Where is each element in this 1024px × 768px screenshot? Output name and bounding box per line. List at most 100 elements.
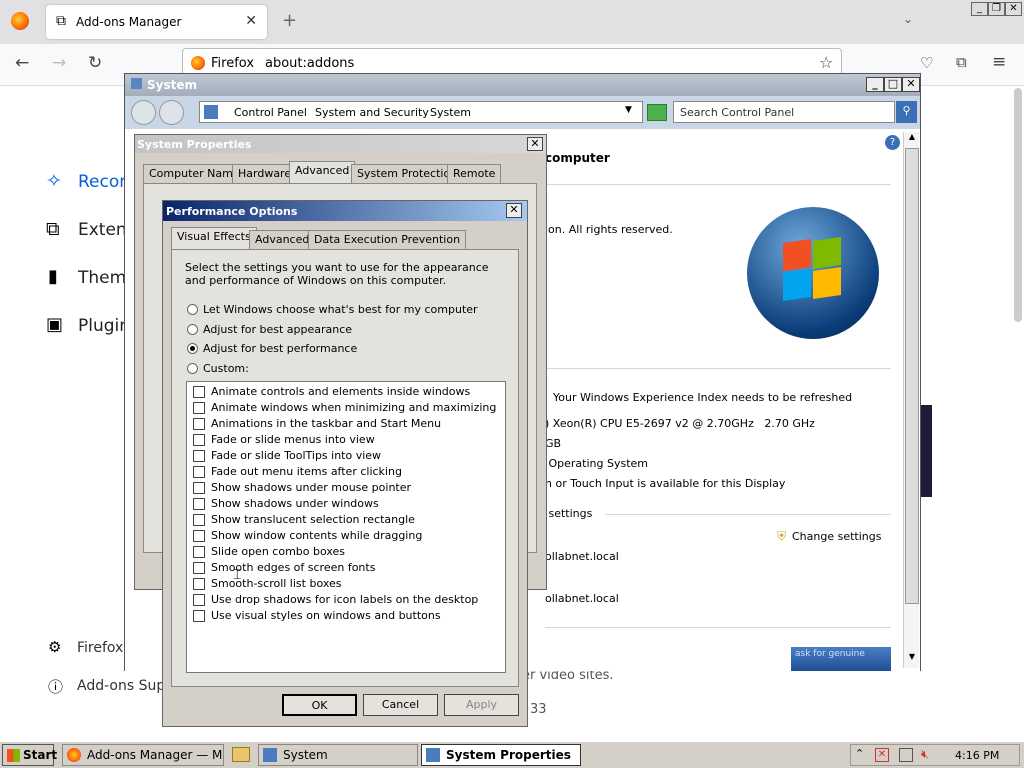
dropdown-arrow-icon[interactable]: ▼ xyxy=(625,105,632,115)
breadcrumb[interactable]: Control Panel System and Security System… xyxy=(199,101,643,123)
checkbox[interactable] xyxy=(193,594,205,606)
list-item[interactable]: Fade out menu items after clicking xyxy=(193,465,503,480)
list-item[interactable]: Show translucent selection rectangle xyxy=(193,513,503,528)
change-settings-link[interactable]: ⛨ Change settings xyxy=(777,529,887,545)
close-button[interactable]: ✕ xyxy=(902,77,920,92)
genuine-banner[interactable]: ask for genuine xyxy=(791,647,891,671)
new-tab-button[interactable]: + xyxy=(282,10,297,31)
tab-advanced[interactable]: Advanced xyxy=(289,161,356,183)
minimize-button[interactable]: _ xyxy=(971,2,988,16)
breadcrumb-item[interactable]: System xyxy=(430,106,471,119)
radio-custom[interactable]: Custom: xyxy=(187,362,497,376)
ok-button[interactable]: OK xyxy=(282,694,357,716)
radio-best-appearance[interactable]: Adjust for best appearance xyxy=(187,323,497,337)
close-button[interactable]: ✕ xyxy=(506,203,522,218)
scroll-up-icon[interactable]: ▲ xyxy=(905,132,919,146)
sidebar-item-themes[interactable]: ▮ Theme xyxy=(44,266,137,288)
effects-list[interactable]: Animate controls and elements inside win… xyxy=(186,381,506,673)
apply-button[interactable]: Apply xyxy=(444,694,519,716)
forward-icon[interactable]: → xyxy=(52,53,66,73)
tray-expand-icon[interactable]: ⌃ xyxy=(855,747,864,760)
checkbox[interactable] xyxy=(193,514,205,526)
sidebar-item-extensions[interactable]: ⧉ Extens xyxy=(44,218,136,240)
list-item[interactable]: Fade or slide menus into view xyxy=(193,433,503,448)
list-item[interactable]: Show shadows under mouse pointer xyxy=(193,481,503,496)
start-button[interactable]: Start xyxy=(2,744,57,766)
checkbox[interactable] xyxy=(193,482,205,494)
tab-advanced[interactable]: Advanced xyxy=(249,230,316,249)
clock[interactable]: 4:16 PM xyxy=(955,749,999,762)
taskbar-item-system-properties[interactable]: System Properties xyxy=(421,744,581,766)
sidebar-item-plugins[interactable]: ▣ Plugin xyxy=(44,314,130,336)
search-icon[interactable]: ⚲ xyxy=(896,101,917,123)
checkbox[interactable] xyxy=(193,402,205,414)
checkbox[interactable] xyxy=(193,386,205,398)
tab-hardware[interactable]: Hardware xyxy=(232,164,298,183)
url-text[interactable]: about:addons xyxy=(265,56,354,71)
checkbox[interactable] xyxy=(193,498,205,510)
network-icon[interactable] xyxy=(899,748,913,762)
tab-addons-manager[interactable]: ⧉ Add-ons Manager ✕ xyxy=(46,5,267,39)
page-scrollbar[interactable] xyxy=(1014,88,1022,322)
list-item[interactable]: Show window contents while dragging xyxy=(193,529,503,544)
radio-button-selected[interactable] xyxy=(187,343,198,354)
taskbar-item-system[interactable]: System xyxy=(258,744,418,766)
list-item[interactable]: Use drop shadows for icon labels on the … xyxy=(193,593,503,608)
close-button[interactable]: ✕ xyxy=(527,137,543,151)
sidebar-item-recommendations[interactable]: ✧ Recom xyxy=(44,170,136,192)
folder-icon[interactable] xyxy=(232,747,250,762)
action-center-icon[interactable]: ✕ xyxy=(875,748,889,762)
bookmark-star-icon[interactable]: ☆ xyxy=(819,53,833,72)
menu-icon[interactable]: ≡ xyxy=(992,52,1006,72)
volume-icon[interactable]: 🔇︎ xyxy=(921,747,929,762)
list-item[interactable]: Animate controls and elements inside win… xyxy=(193,385,503,400)
tab-visual-effects[interactable]: Visual Effects xyxy=(171,227,257,249)
list-item[interactable]: Animations in the taskbar and Start Menu xyxy=(193,417,503,432)
tab-computer-name[interactable]: Computer Name xyxy=(143,164,246,183)
scroll-down-icon[interactable]: ▼ xyxy=(905,652,919,666)
radio-best-performance[interactable]: Adjust for best performance xyxy=(187,342,497,356)
forward-button[interactable] xyxy=(159,100,184,125)
close-tab-icon[interactable]: ✕ xyxy=(245,13,257,29)
radio-button[interactable] xyxy=(187,324,198,335)
list-item[interactable]: Show shadows under windows xyxy=(193,497,503,512)
search-input[interactable]: Search Control Panel xyxy=(673,101,895,123)
checkbox[interactable] xyxy=(193,610,205,622)
checkbox[interactable] xyxy=(193,418,205,430)
checkbox[interactable] xyxy=(193,530,205,542)
firefox-logo-icon[interactable] xyxy=(11,12,29,30)
help-icon[interactable]: ? xyxy=(885,135,900,150)
sidebar-addons-support[interactable]: ⓘ Add-ons Supp xyxy=(48,676,174,696)
vertical-scrollbar[interactable]: ▲ ▼ xyxy=(903,132,919,668)
taskbar-item-firefox[interactable]: Add-ons Manager — Moz... xyxy=(62,744,224,766)
minimize-button[interactable]: _ xyxy=(866,77,884,92)
list-item[interactable]: Animate windows when minimizing and maxi… xyxy=(193,401,503,416)
extensions-icon[interactable]: ⧉ xyxy=(956,53,967,71)
sidebar-firefox-settings[interactable]: ⚙ Firefox xyxy=(48,638,128,658)
back-button[interactable] xyxy=(131,100,156,125)
list-item[interactable]: Use visual styles on windows and buttons xyxy=(193,609,503,624)
list-tabs-icon[interactable]: ⌄ xyxy=(903,12,913,26)
scroll-thumb[interactable] xyxy=(905,148,919,604)
checkbox[interactable] xyxy=(193,434,205,446)
restore-button[interactable]: ❐ xyxy=(988,2,1005,16)
radio-button[interactable] xyxy=(187,304,198,315)
pocket-icon[interactable]: ♡ xyxy=(920,54,933,72)
reload-icon[interactable]: ↻ xyxy=(88,53,102,73)
wei-link[interactable]: Your Windows Experience Index needs to b… xyxy=(553,391,852,404)
checkbox[interactable] xyxy=(193,450,205,462)
maximize-button[interactable]: □ xyxy=(884,77,902,92)
list-item[interactable]: Slide open combo boxes xyxy=(193,545,503,560)
list-item[interactable]: Fade or slide ToolTips into view xyxy=(193,449,503,464)
checkbox[interactable] xyxy=(193,562,205,574)
tab-data-execution-prevention[interactable]: Data Execution Prevention xyxy=(308,230,467,249)
radio-button[interactable] xyxy=(187,363,198,374)
checkbox[interactable] xyxy=(193,578,205,590)
refresh-button[interactable] xyxy=(647,104,667,121)
breadcrumb-item[interactable]: System and Security xyxy=(315,106,429,119)
cancel-button[interactable]: Cancel xyxy=(363,694,438,716)
breadcrumb-item[interactable]: Control Panel xyxy=(234,106,307,119)
checkbox[interactable] xyxy=(193,546,205,558)
radio-let-windows-choose[interactable]: Let Windows choose what's best for my co… xyxy=(187,303,497,317)
tab-remote[interactable]: Remote xyxy=(447,164,502,183)
